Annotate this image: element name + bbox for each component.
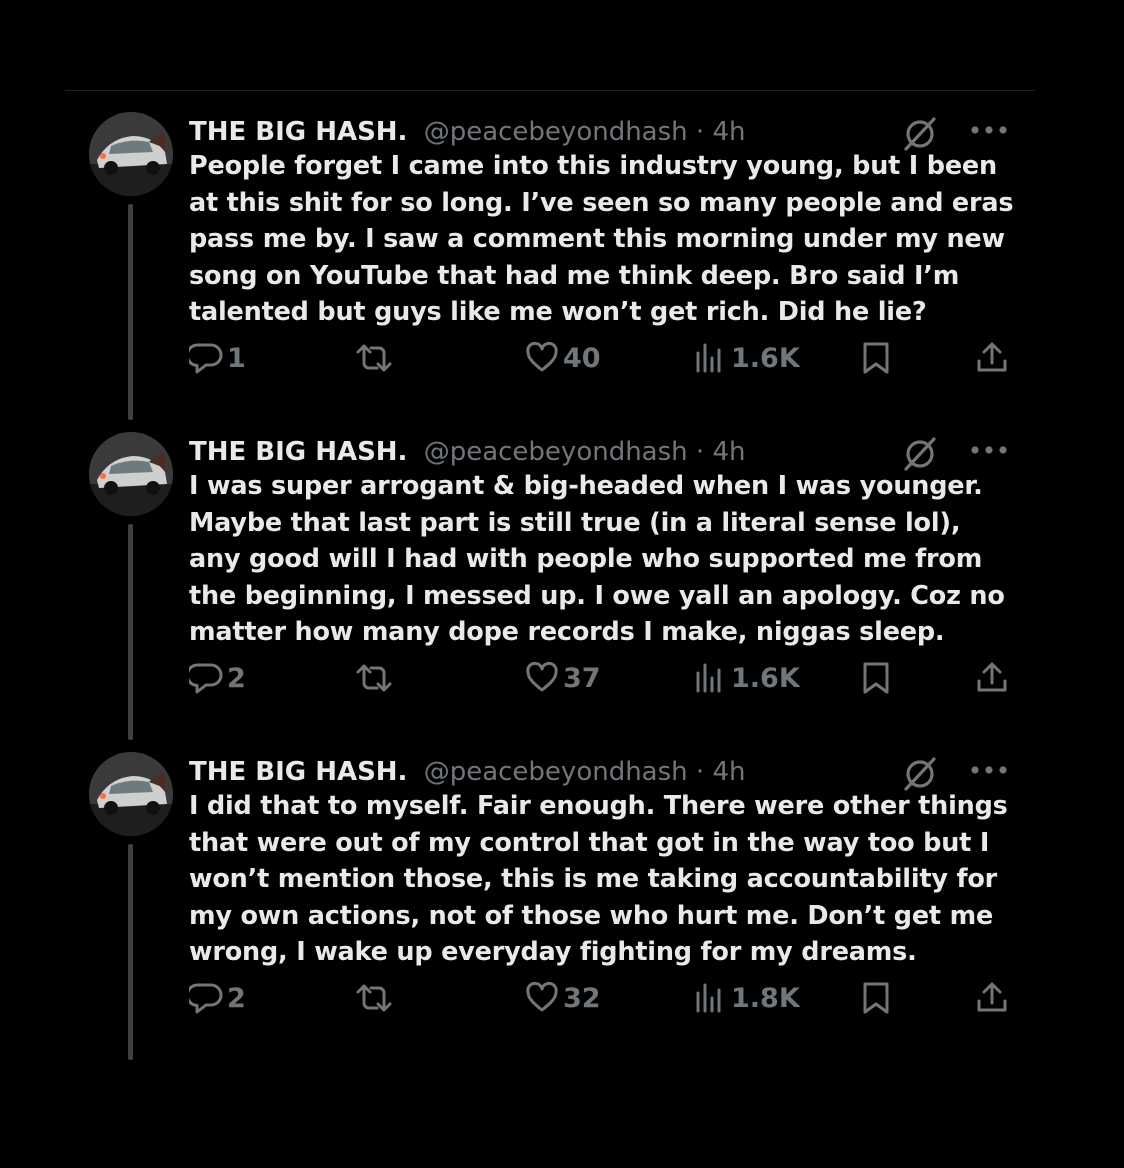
- reply-icon: [189, 661, 223, 695]
- separator-dot: ·: [695, 117, 705, 147]
- avatar[interactable]: [89, 752, 173, 836]
- retweet-icon: [355, 661, 393, 695]
- retweet-button[interactable]: [355, 338, 393, 378]
- reply-button[interactable]: 1: [189, 338, 246, 378]
- share-button[interactable]: [975, 978, 1009, 1018]
- views-button[interactable]: 1.6K: [693, 338, 800, 378]
- share-button[interactable]: [975, 338, 1009, 378]
- thread-line: [128, 204, 133, 420]
- tweet[interactable]: THE BIG HASH. @peacebeyondhash · 4h Peop…: [0, 112, 1124, 432]
- views-button[interactable]: 1.6K: [693, 658, 800, 698]
- bookmark-icon: [859, 341, 893, 375]
- retweet-button[interactable]: [355, 978, 393, 1018]
- reply-button[interactable]: 2: [189, 978, 246, 1018]
- heart-icon: [525, 661, 559, 695]
- like-button[interactable]: 32: [525, 978, 601, 1018]
- thread-line: [128, 844, 133, 1060]
- tweet-text: I did that to myself. Fair enough. There…: [189, 791, 1008, 968]
- tweet[interactable]: THE BIG HASH. @peacebeyondhash · 4h I wa…: [0, 432, 1124, 752]
- heart-icon: [525, 341, 559, 375]
- more-icon[interactable]: [968, 434, 1010, 470]
- user-handle[interactable]: @peacebeyondhash: [424, 757, 688, 787]
- reply-count: 2: [227, 982, 246, 1014]
- timestamp[interactable]: 4h: [712, 757, 745, 787]
- like-button[interactable]: 37: [525, 658, 601, 698]
- display-name[interactable]: THE BIG HASH.: [189, 437, 407, 467]
- timestamp[interactable]: 4h: [712, 117, 745, 147]
- retweet-icon: [355, 981, 393, 1015]
- tweet-header: THE BIG HASH. @peacebeyondhash · 4h: [189, 752, 745, 792]
- share-icon: [975, 661, 1009, 695]
- tweet-header: THE BIG HASH. @peacebeyondhash · 4h: [189, 432, 745, 472]
- avatar[interactable]: [89, 432, 173, 516]
- timestamp[interactable]: 4h: [712, 437, 745, 467]
- more-icon[interactable]: [968, 754, 1010, 790]
- reply-icon: [189, 341, 223, 375]
- views-icon: [693, 981, 727, 1015]
- share-button[interactable]: [975, 658, 1009, 698]
- like-button[interactable]: 40: [525, 338, 601, 378]
- share-icon: [975, 341, 1009, 375]
- retweet-button[interactable]: [355, 658, 393, 698]
- tweet[interactable]: THE BIG HASH. @peacebeyondhash · 4h I di…: [0, 752, 1124, 1072]
- views-icon: [693, 341, 727, 375]
- tweet-text: People forget I came into this industry …: [189, 151, 1014, 328]
- reply-count: 1: [227, 342, 246, 374]
- views-count: 1.6K: [731, 662, 800, 694]
- views-count: 1.6K: [731, 342, 800, 374]
- user-handle[interactable]: @peacebeyondhash: [424, 437, 688, 467]
- avatar[interactable]: [89, 112, 173, 196]
- views-button[interactable]: 1.8K: [693, 978, 800, 1018]
- separator-dot: ·: [695, 757, 705, 787]
- user-handle[interactable]: @peacebeyondhash: [424, 117, 688, 147]
- timeline-divider: [65, 90, 1035, 91]
- retweet-icon: [355, 341, 393, 375]
- bookmark-icon: [859, 661, 893, 695]
- reply-button[interactable]: 2: [189, 658, 246, 698]
- like-count: 32: [563, 982, 601, 1014]
- reply-count: 2: [227, 662, 246, 694]
- reply-icon: [189, 981, 223, 1015]
- more-icon[interactable]: [968, 114, 1010, 150]
- separator-dot: ·: [695, 437, 705, 467]
- tweet-header: THE BIG HASH. @peacebeyondhash · 4h: [189, 112, 745, 152]
- heart-icon: [525, 981, 559, 1015]
- tweet-text: I was super arrogant & big-headed when I…: [189, 471, 1005, 648]
- display-name[interactable]: THE BIG HASH.: [189, 117, 407, 147]
- bookmark-icon: [859, 981, 893, 1015]
- bookmark-button[interactable]: [859, 338, 893, 378]
- like-count: 37: [563, 662, 601, 694]
- like-count: 40: [563, 342, 601, 374]
- display-name[interactable]: THE BIG HASH.: [189, 757, 407, 787]
- bookmark-button[interactable]: [859, 658, 893, 698]
- bookmark-button[interactable]: [859, 978, 893, 1018]
- thread-line: [128, 524, 133, 740]
- share-icon: [975, 981, 1009, 1015]
- views-icon: [693, 661, 727, 695]
- views-count: 1.8K: [731, 982, 800, 1014]
